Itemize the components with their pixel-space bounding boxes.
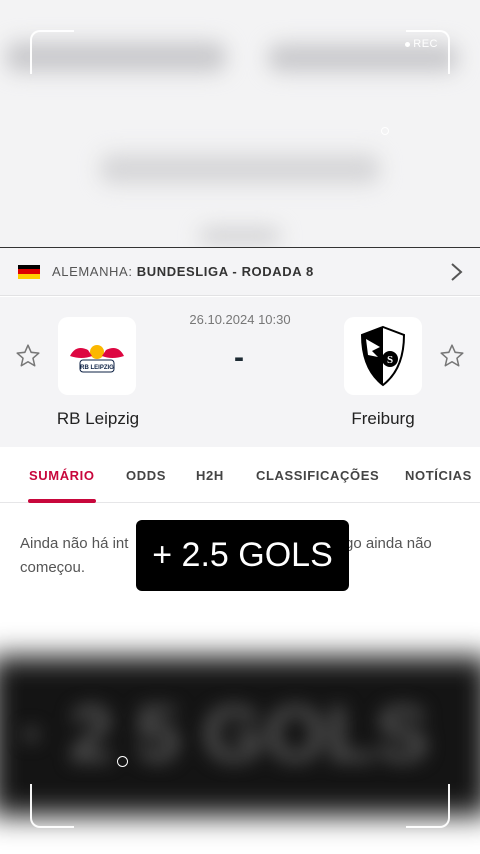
frame-corner (30, 30, 74, 74)
frame-corner (406, 784, 450, 828)
video-caption: + 2.5 GOLS (136, 520, 349, 591)
tab-standings[interactable]: CLASSIFICAÇÕES (256, 468, 379, 483)
svg-text:RB LEIPZIG: RB LEIPZIG (80, 365, 114, 371)
league-header[interactable]: ALEMANHA: BUNDESLIGA - RODADA 8 (0, 248, 480, 296)
league-title: ALEMANHA: BUNDESLIGA - RODADA 8 (52, 264, 314, 279)
favorite-star-icon[interactable] (439, 343, 465, 369)
frame-corner (406, 30, 450, 74)
chevron-right-icon[interactable] (446, 262, 466, 282)
tab-bar: SUMÁRIO ODDS H2H CLASSIFICAÇÕES NOTÍCIAS (0, 447, 480, 503)
tab-h2h[interactable]: H2H (196, 468, 224, 483)
match-header: 26.10.2024 10:30 RB LEIPZIG RB Leipzig -… (0, 297, 480, 447)
away-team-logo[interactable]: S (344, 317, 422, 395)
svg-text:S: S (387, 354, 393, 366)
home-team-name[interactable]: RB Leipzig (28, 409, 168, 429)
focus-indicator-icon (381, 127, 389, 135)
tab-odds[interactable]: ODDS (126, 468, 166, 483)
tab-news[interactable]: NOTÍCIAS (405, 468, 472, 483)
frame-corner (30, 784, 74, 828)
match-score: - (234, 341, 244, 374)
focus-ring-icon (117, 756, 128, 767)
home-team-logo[interactable]: RB LEIPZIG (58, 317, 136, 395)
rb-leipzig-crest-icon: RB LEIPZIG (70, 345, 124, 373)
germany-flag-icon (18, 264, 40, 279)
tab-summary[interactable]: SUMÁRIO (29, 468, 95, 483)
favorite-star-icon[interactable] (15, 343, 41, 369)
active-tab-indicator (28, 499, 96, 503)
away-team-name[interactable]: Freiburg (313, 409, 453, 429)
freiburg-crest-icon: S (360, 325, 406, 387)
